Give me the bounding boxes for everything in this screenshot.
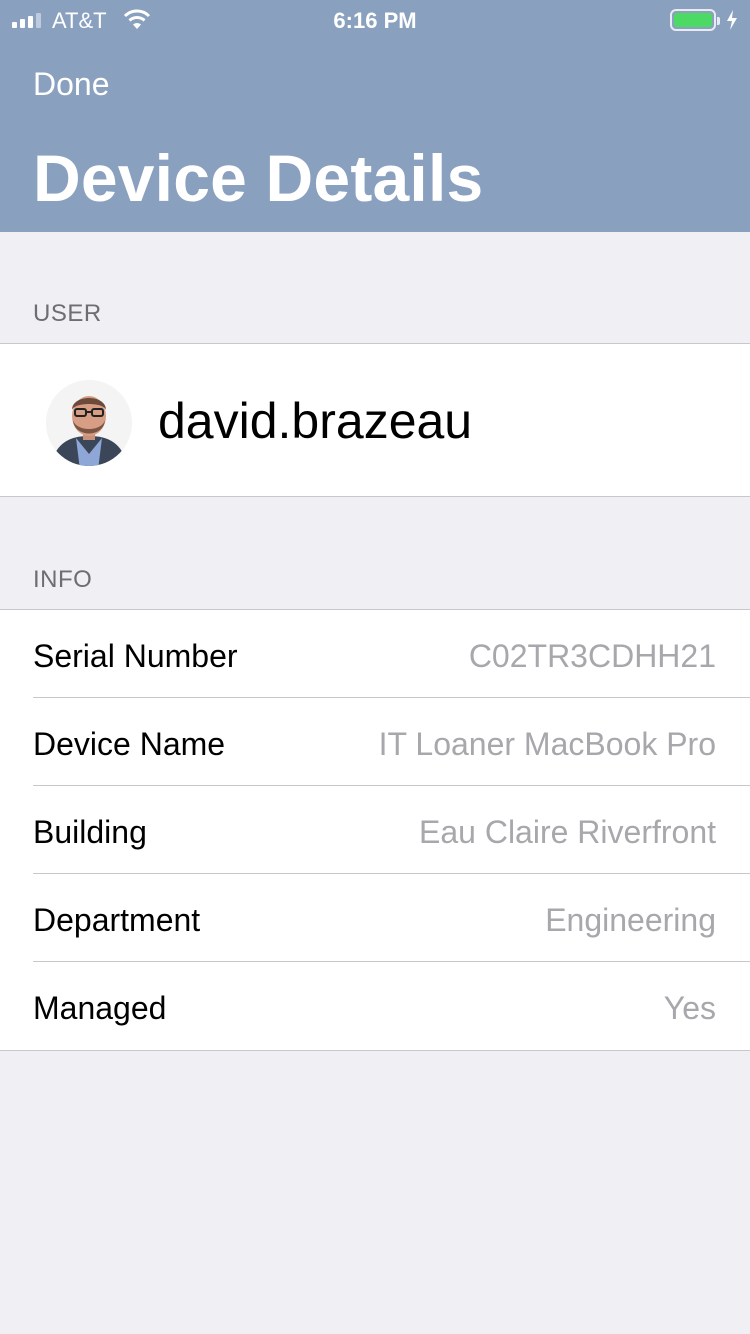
info-label: Managed [33, 990, 167, 1026]
status-bar: AT&T 6:16 PM [0, 0, 750, 40]
done-button[interactable]: Done [33, 66, 110, 103]
section-header-user: USER [33, 300, 102, 327]
battery-icon [670, 9, 720, 31]
info-value: Engineering [545, 902, 716, 938]
info-label: Department [33, 902, 201, 938]
user-avatar [46, 380, 132, 466]
info-value: C02TR3CDHH21 [468, 638, 716, 674]
info-group: Serial Number C02TR3CDHH21 Device Name I… [0, 609, 750, 1051]
info-row-managed[interactable]: Managed Yes [0, 962, 750, 1050]
info-row-device-name[interactable]: Device Name IT Loaner MacBook Pro [0, 698, 750, 786]
info-label: Device Name [33, 726, 226, 762]
user-group: david.brazeau [0, 343, 750, 497]
info-label: Serial Number [33, 638, 238, 674]
info-row-serial-number[interactable]: Serial Number C02TR3CDHH21 [0, 610, 750, 698]
page-title: Device Details [33, 141, 484, 215]
user-row[interactable]: david.brazeau [0, 344, 750, 496]
clock: 6:16 PM [333, 8, 417, 33]
charging-bolt-icon [726, 9, 738, 37]
info-row-building[interactable]: Building Eau Claire Riverfront [0, 786, 750, 874]
info-value: Eau Claire Riverfront [419, 814, 716, 850]
info-value: Yes [663, 990, 716, 1026]
info-row-department[interactable]: Department Engineering [0, 874, 750, 962]
section-header-info: INFO [33, 566, 93, 593]
navigation-header: AT&T 6:16 PM Done Device Details [0, 0, 750, 232]
info-value: IT Loaner MacBook Pro [378, 726, 716, 762]
info-label: Building [33, 814, 147, 850]
username: david.brazeau [158, 393, 473, 449]
